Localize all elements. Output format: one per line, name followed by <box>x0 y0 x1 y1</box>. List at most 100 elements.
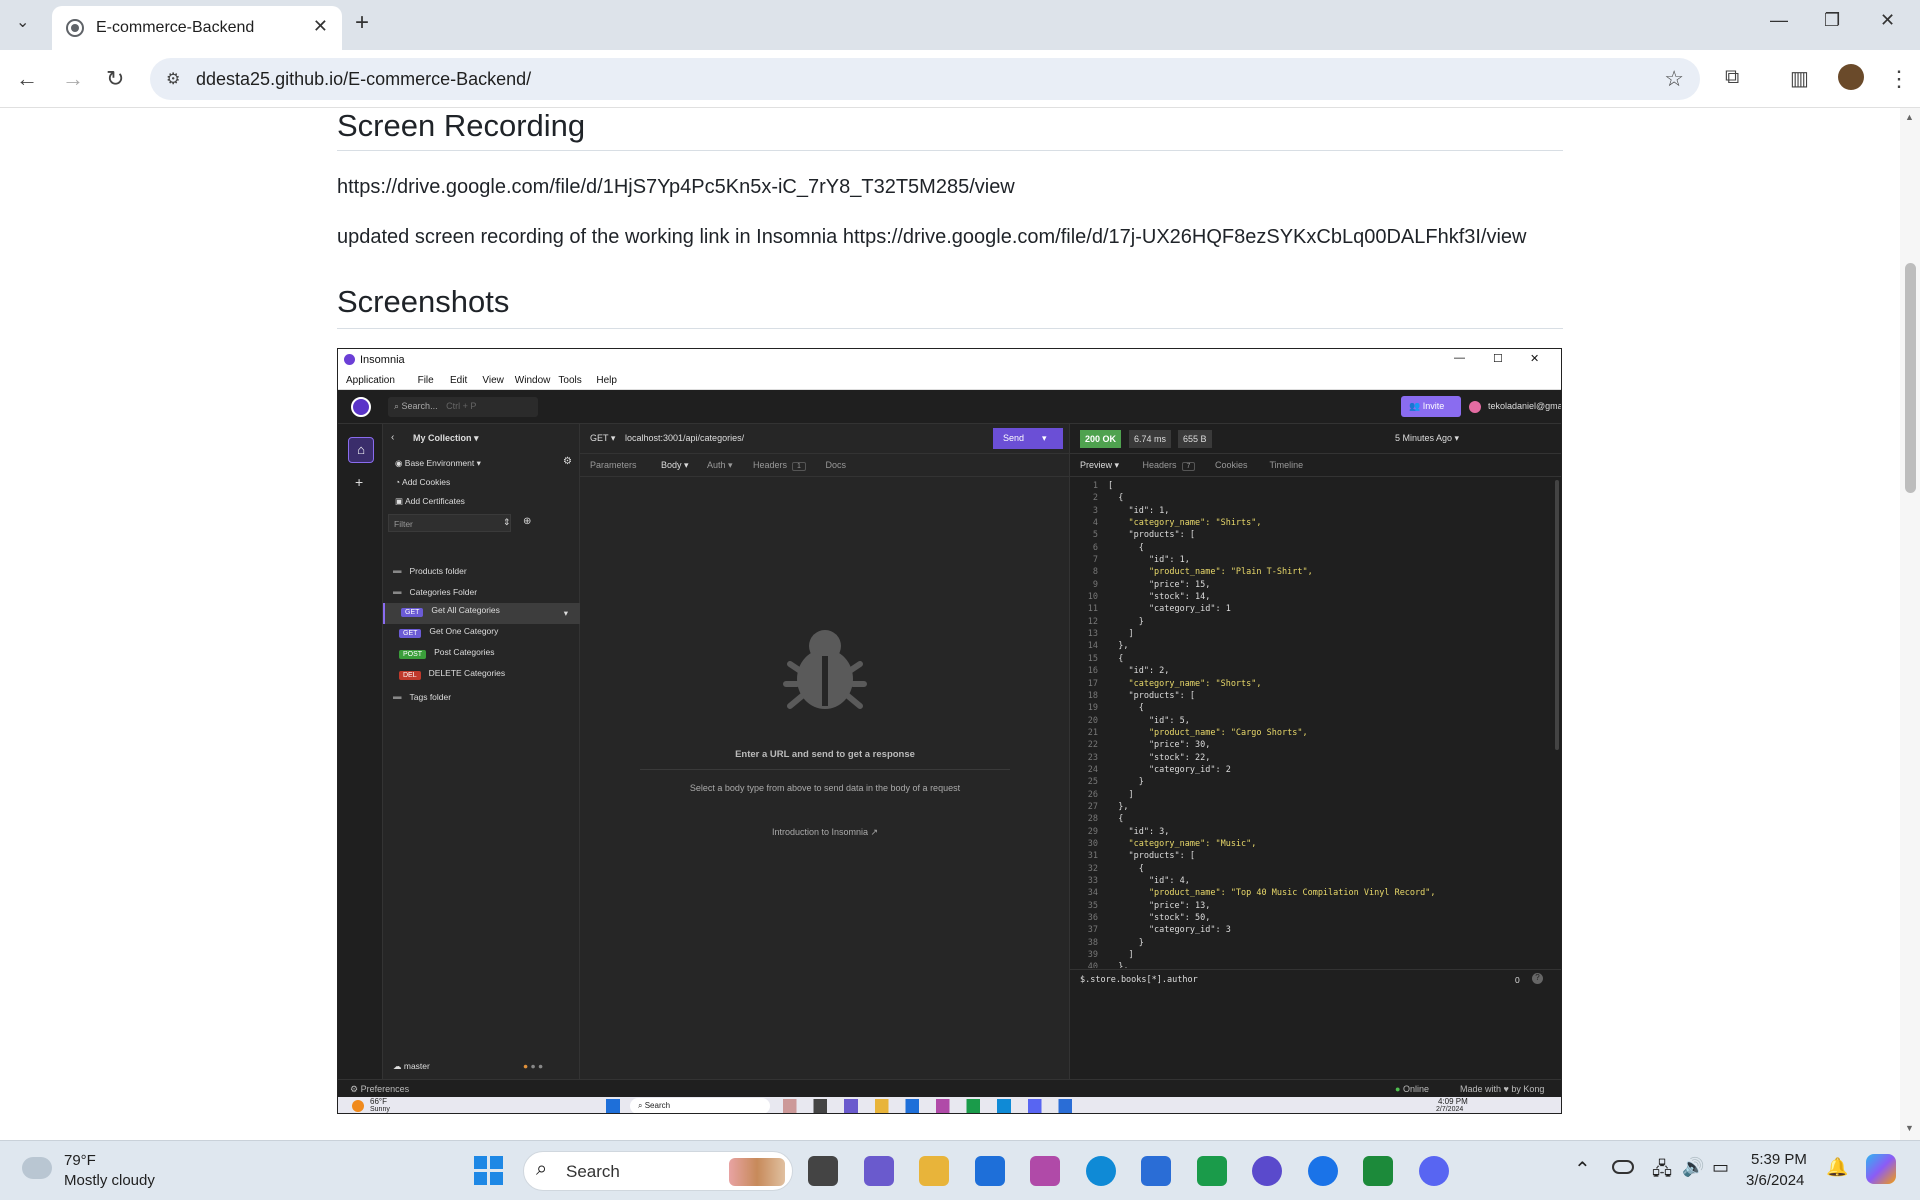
minimize-icon[interactable]: — <box>1770 10 1788 31</box>
insomnia-statusbar: ⚙ Preferences ● Online Made with ♥ by Ko… <box>338 1079 1561 1097</box>
browser-menu-icon[interactable]: ⋮ <box>1888 66 1910 92</box>
ins-line-number: 37 <box>1087 925 1098 936</box>
weather-widget[interactable]: 79°F Mostly cloudy <box>18 1149 168 1193</box>
ins-line-text: "id": 1, <box>1108 505 1170 516</box>
ins-line-number: 34 <box>1087 888 1098 899</box>
ins-code-line: 25 } <box>1078 776 1436 788</box>
address-bar[interactable]: ⚙ ddesta25.github.io/E-commerce-Backend/… <box>150 58 1700 100</box>
search-highlight-image <box>729 1158 785 1186</box>
file-explorer-icon[interactable] <box>808 1156 838 1186</box>
scroll-up-arrow-icon[interactable]: ▲ <box>1905 112 1914 122</box>
ins-add-certificates-label: Add Certificates <box>404 496 465 506</box>
ins-line-text: } <box>1108 616 1144 627</box>
ins-line-text: "products": [ <box>1108 530 1195 541</box>
ins-code-line: 8 "product_name": "Plain T-Shirt", <box>1078 566 1436 578</box>
network-icon[interactable]: 🖧 <box>1652 1157 1672 1187</box>
ins-tab-chevron-icon: ▾ <box>681 460 689 470</box>
windows-start-icon[interactable] <box>474 1156 504 1186</box>
ins-tree-item: GET Get All Categories ▾ <box>383 603 580 624</box>
side-panel-icon[interactable]: ▥ <box>1790 66 1809 91</box>
ins-send-label: Send <box>1003 433 1025 443</box>
onedrive-cloud-icon[interactable] <box>1612 1160 1634 1174</box>
edge-icon[interactable] <box>1085 1156 1116 1186</box>
store-icon[interactable] <box>974 1156 1005 1186</box>
restore-icon[interactable]: ❐ <box>1824 10 1840 31</box>
ins-code-line: 5 "products": [ <box>1078 529 1436 541</box>
ins-tab-count-badge: 1 <box>792 462 806 471</box>
clock-date[interactable]: 3/6/2024 <box>1746 1172 1804 1189</box>
ins-add-cookies-label: Add Cookies <box>402 477 451 487</box>
ins-tab: Docs <box>826 460 847 470</box>
ins-collection-name: My Collection ▾ <box>413 433 479 443</box>
new-tab-plus-icon[interactable]: + <box>355 9 369 37</box>
discord-icon[interactable] <box>1418 1156 1449 1186</box>
inner-temp: 66°F <box>370 1097 387 1106</box>
ins-code-line: 38 } <box>1078 937 1436 949</box>
ins-method-tag: POST <box>399 650 427 659</box>
eclipse-icon[interactable] <box>1252 1156 1282 1186</box>
forward-arrow-icon[interactable]: → <box>62 66 84 92</box>
ins-tab: Body ▾ <box>661 460 689 471</box>
tab-search-chevron-icon[interactable]: ⌄ <box>16 12 29 32</box>
insomnia-home-logo-icon <box>351 397 371 417</box>
ins-line-text: { <box>1108 493 1124 504</box>
notification-bell-icon[interactable]: 🔔 <box>1826 1157 1848 1178</box>
ins-code-line: 34 "product_name": "Top 40 Music Compila… <box>1078 887 1436 899</box>
xbox-icon[interactable] <box>1196 1156 1227 1186</box>
bookmark-star-icon[interactable]: ☆ <box>1664 66 1684 92</box>
ins-line-number: 3 <box>1092 505 1098 516</box>
ins-tab: Parameters <box>590 460 637 470</box>
mongodb-icon[interactable] <box>1363 1156 1393 1186</box>
show-hidden-icons-chevron-icon[interactable]: ⌃ <box>1574 1157 1591 1182</box>
ins-tab: Auth ▾ <box>707 460 733 471</box>
vscode-icon[interactable] <box>1141 1156 1171 1186</box>
scrollbar-thumb[interactable] <box>1905 263 1916 493</box>
ins-code-line: 31 "products": [ <box>1078 850 1436 862</box>
scroll-down-arrow-icon[interactable]: ▼ <box>1905 1123 1914 1133</box>
inner-date: 2/7/2024 <box>1436 1106 1464 1113</box>
ins-tree-item: ▬ Products folder <box>383 561 580 582</box>
ins-code-line: 10 "stock": 14, <box>1078 591 1436 603</box>
site-info-icon[interactable]: ⚙ <box>166 69 180 89</box>
screenshots-heading: Screenshots <box>337 284 510 319</box>
ins-intro-label: Introduction to Insomnia <box>771 827 868 837</box>
ins-line-text: } <box>1108 777 1144 788</box>
ins-tree-label: DELETE Categories <box>428 668 506 678</box>
back-arrow-icon[interactable]: ← <box>16 66 38 92</box>
ins-tab-label: Body <box>661 460 682 470</box>
ins-environment-label: Base Environment <box>404 458 475 468</box>
reload-icon[interactable]: ↻ <box>106 66 124 92</box>
ins-preferences-label: Preferences <box>360 1084 410 1094</box>
ins-tab-label: Docs <box>825 460 847 470</box>
window-close-icon[interactable]: ✕ <box>1880 10 1895 31</box>
teams-icon[interactable] <box>863 1156 894 1186</box>
address-url[interactable]: ddesta25.github.io/E-commerce-Backend/ <box>196 69 531 90</box>
ins-code-line: 1[ <box>1078 480 1436 492</box>
ins-code-line: 30 "category_name": "Music", <box>1078 838 1436 850</box>
inner-weather-icon <box>352 1100 364 1112</box>
ins-line-text: "price": 30, <box>1108 740 1211 751</box>
profile-avatar[interactable] <box>1838 64 1864 90</box>
recording-link[interactable]: https://drive.google.com/file/d/1HjS7Yp4… <box>337 176 1015 199</box>
battery-icon[interactable]: ▭ <box>1712 1157 1729 1178</box>
tab-e-commerce-backend[interactable]: E-commerce-Backend ✕ <box>52 6 342 50</box>
ins-code-line: 7 "id": 1, <box>1078 554 1436 566</box>
extensions-puzzle-icon[interactable]: ⧉ <box>1725 66 1739 89</box>
ins-invite-label: Invite <box>1422 401 1445 411</box>
volume-icon[interactable]: 🔊 <box>1682 1157 1704 1178</box>
tab-close-icon[interactable]: ✕ <box>313 16 328 37</box>
ins-line-text: "product_name": "Cargo Shorts", <box>1108 727 1308 738</box>
ins-when: 5 Minutes Ago ▾ <box>1395 433 1460 443</box>
ins-line-text: "category_name": "Music", <box>1108 838 1257 849</box>
ins-code-line: 11 "category_id": 1 <box>1078 603 1436 615</box>
ins-method-tag: GET <box>401 608 424 617</box>
proton-icon[interactable] <box>1030 1156 1060 1186</box>
clock-time[interactable]: 5:39 PM <box>1751 1151 1807 1168</box>
taskbar-search-box[interactable]: ⌕ Search <box>523 1151 793 1191</box>
copilot-icon[interactable] <box>1866 1154 1896 1184</box>
chrome-icon[interactable] <box>1307 1156 1338 1186</box>
folder-icon[interactable] <box>919 1156 949 1186</box>
page-scrollbar[interactable]: ▲ ▼ <box>1900 108 1920 1140</box>
inner-search-box: ⌕ Search <box>630 1098 770 1113</box>
ins-line-number: 40 <box>1087 962 1098 968</box>
